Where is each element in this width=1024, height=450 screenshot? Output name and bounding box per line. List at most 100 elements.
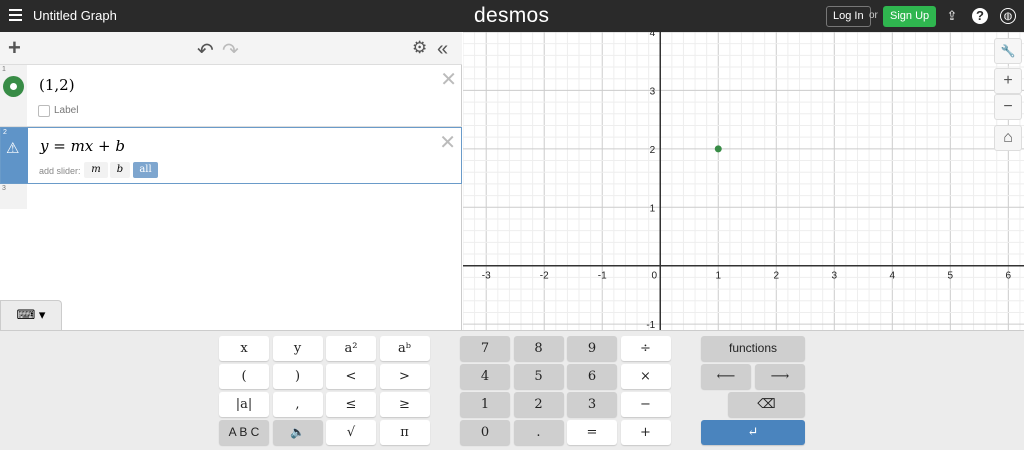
key-4[interactable]: ( (219, 364, 269, 389)
delete-expression-icon[interactable]: ✕ (439, 130, 456, 155)
expression-toolbar: + ↶ ↷ ⚙ « (0, 32, 462, 65)
key-10[interactable]: ≤ (326, 392, 376, 417)
key-14[interactable]: √ (326, 420, 376, 445)
x-tick-label: 1 (715, 271, 721, 282)
key-num-11[interactable]: − (620, 392, 671, 417)
expression-math[interactable]: (1,2) (39, 76, 75, 94)
key-3[interactable]: aᵇ (379, 336, 430, 361)
graph-svg: -3 -2 -1 0 1 2 3 4 5 6 -1 1 2 3 4 (463, 32, 1024, 330)
y-tick-label: 3 (650, 86, 656, 97)
redo-button[interactable]: ↷ (222, 38, 239, 63)
key-num-10[interactable]: 3 (567, 392, 617, 417)
key-num-12[interactable]: 0 (460, 420, 510, 445)
expression-number: 3 (2, 185, 6, 192)
enter-key[interactable]: ↵ (701, 420, 805, 445)
slider-button-m[interactable]: m (84, 162, 108, 178)
label-checkbox[interactable] (38, 105, 50, 117)
functions-key[interactable]: functions (701, 336, 805, 361)
signup-button[interactable]: Sign Up (883, 6, 937, 27)
expression-number: 1 (2, 66, 6, 73)
expression-item-1[interactable]: 1 (1,2) Label ✕ (0, 65, 462, 127)
key-num-1[interactable]: 8 (513, 336, 564, 361)
key-2[interactable]: a² (326, 336, 376, 361)
key-num-13[interactable]: . (513, 420, 564, 445)
key-8[interactable]: |a| (219, 392, 269, 417)
key-5[interactable]: ) (272, 364, 323, 389)
key-num-5[interactable]: 5 (513, 364, 564, 389)
key-num-7[interactable]: × (620, 364, 671, 389)
key-num-0[interactable]: 7 (460, 336, 510, 361)
slider-button-all[interactable]: all (133, 162, 158, 178)
math-keyboard: x y a² aᵇ () < > |a|, ≤ ≥ A B C 🔈 √ π 7 8 9 ÷ 4 5 6 × 1 2 3− 0. = +… (0, 330, 1024, 450)
key-num-14[interactable]: = (567, 420, 617, 445)
add-slider-label: add slider: (39, 166, 81, 176)
settings-button[interactable]: ⚙ (412, 38, 427, 58)
y-tick-label: 2 (650, 145, 656, 156)
x-tick-label: 3 (832, 271, 838, 282)
undo-button[interactable]: ↶ (197, 38, 214, 63)
slider-button-b[interactable]: b (110, 162, 130, 178)
backspace-key[interactable]: ⌫ (728, 392, 805, 417)
header: Untitled Graph desmos Log In or Sign Up … (0, 0, 1024, 32)
key-1[interactable]: y (272, 336, 323, 361)
point-color-icon[interactable] (3, 76, 24, 97)
x-tick-label: 6 (1006, 271, 1012, 282)
expression-item-2[interactable]: 2 ⚠ y = mx + b add slider: m b all ✕ (0, 127, 462, 184)
graph-paper[interactable]: -3 -2 -1 0 1 2 3 4 5 6 -1 1 2 3 4 (463, 32, 1024, 330)
key-num-4[interactable]: 4 (460, 364, 510, 389)
x-tick-label: -1 (598, 271, 607, 282)
key-num-3[interactable]: ÷ (620, 336, 671, 361)
key-9[interactable]: , (272, 392, 323, 417)
left-arrow-key[interactable]: ⟵ (701, 364, 751, 389)
x-tick-label: 2 (773, 271, 779, 282)
x-tick-label: -3 (482, 271, 491, 282)
home-button[interactable]: ⌂ (994, 125, 1022, 151)
globe-icon[interactable]: ◍ (1000, 8, 1016, 24)
key-num-15[interactable]: + (620, 420, 671, 445)
key-num-2[interactable]: 9 (567, 336, 617, 361)
help-icon[interactable]: ? (972, 8, 988, 24)
key-num-6[interactable]: 6 (567, 364, 617, 389)
right-arrow-key[interactable]: ⟶ (755, 364, 805, 389)
graph-title[interactable]: Untitled Graph (33, 8, 117, 23)
add-expression-button[interactable]: + (8, 35, 21, 61)
data-point (714, 145, 722, 153)
or-text: or (869, 10, 878, 21)
x-tick-label: 0 (651, 271, 657, 282)
login-button[interactable]: Log In (826, 6, 871, 27)
key-12[interactable]: A B C (219, 420, 269, 445)
y-tick-label: 1 (650, 203, 656, 214)
expression-item-3[interactable]: 3 (0, 184, 462, 209)
y-tick-label: 4 (650, 32, 656, 39)
y-tick-label: -1 (646, 320, 655, 330)
key-11[interactable]: ≥ (379, 392, 430, 417)
label-checkbox-text: Label (54, 105, 79, 116)
zoom-out-button[interactable]: − (994, 94, 1022, 120)
gutter: 1 (0, 65, 27, 126)
graph-settings-button[interactable]: 🔧 (994, 38, 1022, 64)
key-6[interactable]: < (326, 364, 376, 389)
desmos-logo: desmos (474, 4, 550, 27)
share-icon[interactable]: ⇪ (944, 8, 960, 24)
x-tick-label: 5 (948, 271, 954, 282)
key-15[interactable]: π (379, 420, 430, 445)
expression-list: 1 (1,2) Label ✕ 2 ⚠ y = mx + b add slide… (0, 65, 462, 330)
warning-icon[interactable]: ⚠ (6, 139, 19, 157)
key-7[interactable]: > (379, 364, 430, 389)
key-num-9[interactable]: 2 (513, 392, 564, 417)
wrench-icon: 🔧 (1000, 44, 1016, 58)
gutter: 3 (0, 184, 27, 209)
key-num-8[interactable]: 1 (460, 392, 510, 417)
key-0[interactable]: x (219, 336, 269, 361)
keyboard-toggle-button[interactable]: ⌨ ▾ (0, 300, 62, 331)
menu-icon[interactable] (9, 9, 22, 22)
key-13[interactable]: 🔈 (272, 420, 323, 445)
expression-math[interactable]: y = mx + b (40, 137, 125, 155)
x-tick-label: -2 (540, 271, 549, 282)
x-tick-label: 4 (890, 271, 896, 282)
collapse-list-button[interactable]: « (437, 38, 448, 61)
gutter: 2 ⚠ (1, 128, 28, 183)
expression-number: 2 (3, 129, 7, 136)
zoom-in-button[interactable]: + (994, 68, 1022, 94)
delete-expression-icon[interactable]: ✕ (440, 67, 457, 92)
